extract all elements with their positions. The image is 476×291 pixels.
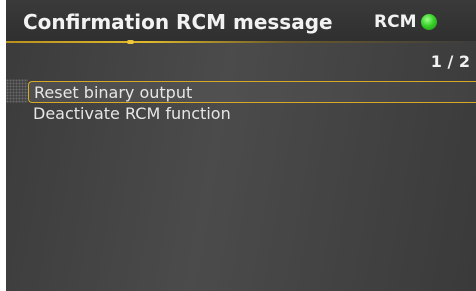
menu-item-reset-binary-output[interactable]: Reset binary output — [28, 81, 476, 103]
page-title: Confirmation RCM message — [23, 10, 333, 34]
page-indicator: 1 / 2 — [430, 52, 470, 71]
menu-list: Reset binary output Deactivate RCM funct… — [28, 81, 476, 125]
rcm-status-label: RCM — [374, 12, 417, 32]
status-led-icon — [421, 14, 437, 30]
selection-pattern — [6, 79, 28, 103]
header-accent-line — [6, 41, 476, 43]
menu-item-deactivate-rcm-function[interactable]: Deactivate RCM function — [28, 103, 476, 125]
rcm-confirmation-screen: Confirmation RCM message RCM 1 / 2 Reset… — [6, 0, 476, 291]
header-bar: Confirmation RCM message RCM — [6, 0, 476, 42]
accent-marker — [127, 40, 134, 44]
